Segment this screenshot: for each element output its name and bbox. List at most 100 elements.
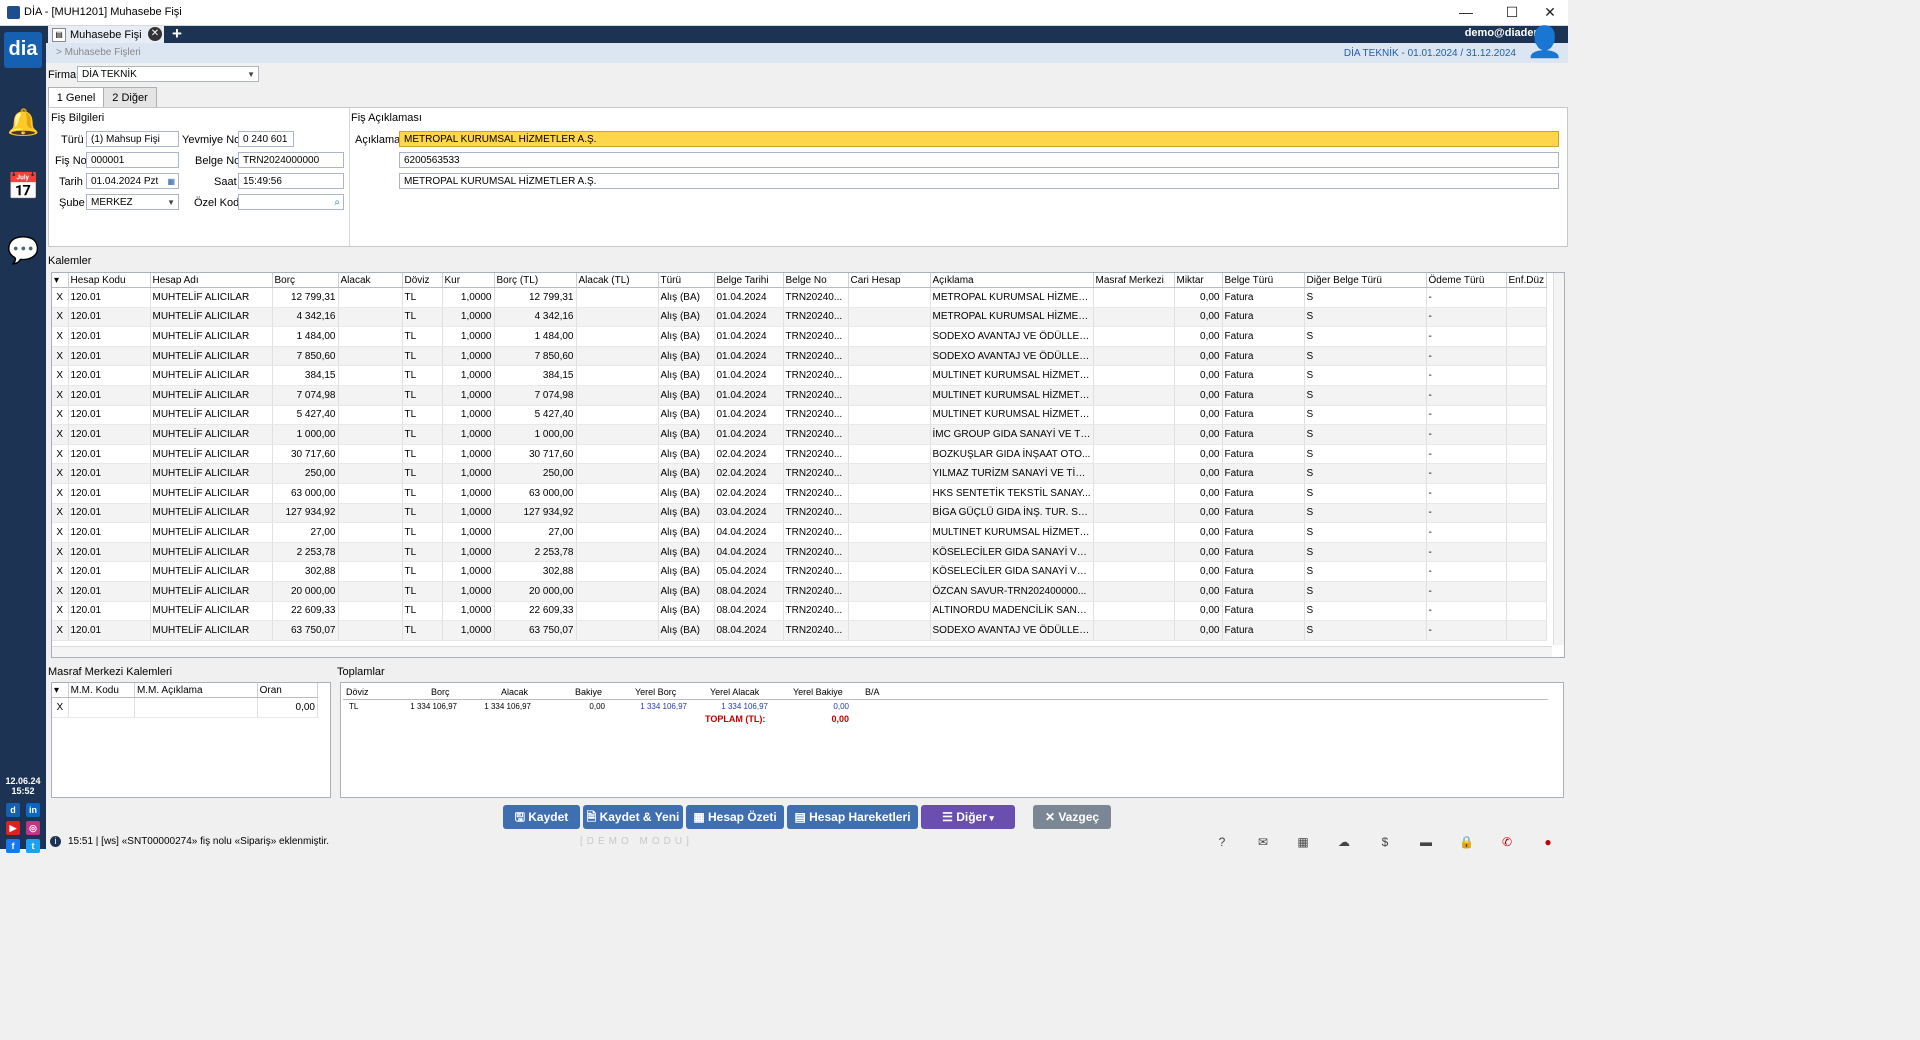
table-cell[interactable]: - (1426, 581, 1507, 602)
table-cell[interactable]: ÖZCAN SAVUR-TRN202400000... (930, 581, 1094, 602)
table-cell[interactable]: TRN20240... (783, 620, 849, 641)
table-row[interactable]: X 120.01 MUHTELİF ALICILAR 250,00 TL 1,0000 25… (52, 463, 1547, 484)
lock-icon[interactable]: 🔒 (1459, 835, 1474, 849)
saat-field[interactable]: 15:49:56 (238, 173, 344, 189)
table-cell[interactable]: 0,00 (1174, 307, 1223, 328)
table-cell[interactable]: 22 609,33 (272, 601, 339, 622)
table-cell[interactable]: 0,00 (1174, 522, 1223, 543)
table-cell[interactable] (338, 503, 403, 524)
save-and-new-button[interactable]: 🗎 Kaydet & Yeni (583, 805, 683, 829)
table-cell[interactable]: TRN20240... (783, 601, 849, 622)
table-row[interactable]: X 120.01 MUHTELİF ALICILAR 127 934,92 TL 1,00… (52, 503, 1547, 524)
minimize-button[interactable]: — (1446, 2, 1486, 22)
table-cell[interactable]: 120.01 (68, 620, 151, 641)
table-cell[interactable]: Alış (BA) (658, 444, 715, 465)
table-cell[interactable] (1506, 365, 1547, 386)
table-cell[interactable]: Fatura (1222, 542, 1305, 563)
table-cell[interactable] (848, 424, 931, 445)
table-cell[interactable]: MULTINET KURUMSAL HİZMETL... (930, 522, 1094, 543)
turu-field[interactable]: (1) Mahsup Fişi (86, 131, 179, 147)
table-cell[interactable]: - (1426, 620, 1507, 641)
table-cell[interactable]: TRN20240... (783, 483, 849, 504)
vertical-scrollbar[interactable] (1553, 273, 1564, 645)
table-cell[interactable]: Alış (BA) (658, 365, 715, 386)
table-cell[interactable]: - (1426, 483, 1507, 504)
table-cell[interactable]: MULTINET KURUMSAL HİZMETL... (930, 385, 1094, 406)
table-row[interactable]: X 0,00 (52, 697, 319, 718)
table-cell[interactable]: - (1426, 444, 1507, 465)
table-cell[interactable]: Fatura (1222, 346, 1305, 367)
column-header[interactable]: Masraf Merkezi (1093, 273, 1175, 288)
table-cell[interactable]: İMC GROUP GIDA SANAYİ VE Tİ... (930, 424, 1094, 445)
table-cell[interactable]: MUHTELİF ALICILAR (150, 522, 273, 543)
table-row[interactable]: X 120.01 MUHTELİF ALICILAR 1 484,00 TL 1,0000… (52, 326, 1547, 347)
calendar-small-icon[interactable]: ▦ (167, 174, 175, 188)
table-cell[interactable] (576, 601, 659, 622)
power-icon[interactable]: ● (1541, 835, 1555, 849)
table-cell[interactable]: 120.01 (68, 346, 151, 367)
delete-row-icon[interactable]: X (52, 444, 69, 465)
table-row[interactable]: X 120.01 MUHTELİF ALICILAR 63 750,07 TL 1,000… (52, 620, 1547, 641)
table-row[interactable]: X 120.01 MUHTELİF ALICILAR 302,88 TL 1,0000 30… (52, 561, 1547, 582)
table-cell[interactable] (338, 385, 403, 406)
table-row[interactable]: X 120.01 MUHTELİF ALICILAR 1 000,00 TL 1,0000… (52, 424, 1547, 445)
maximize-button[interactable]: ☐ (1492, 2, 1532, 22)
table-cell[interactable] (338, 581, 403, 602)
table-cell[interactable]: S (1304, 463, 1427, 484)
table-cell[interactable]: - (1426, 346, 1507, 367)
table-cell[interactable]: 120.01 (68, 483, 151, 504)
table-cell[interactable]: Alış (BA) (658, 424, 715, 445)
table-cell[interactable]: 120.01 (68, 307, 151, 328)
column-header[interactable]: Döviz (402, 273, 443, 288)
column-header[interactable]: Diğer Belge Türü (1304, 273, 1427, 288)
table-cell[interactable]: TL (402, 287, 443, 308)
table-cell[interactable] (576, 503, 659, 524)
delete-row-icon[interactable]: X (52, 307, 69, 328)
table-cell[interactable]: S (1304, 346, 1427, 367)
table-cell[interactable]: MUHTELİF ALICILAR (150, 307, 273, 328)
table-cell[interactable] (576, 287, 659, 308)
table-cell[interactable]: Fatura (1222, 444, 1305, 465)
table-cell[interactable]: Alış (BA) (658, 385, 715, 406)
table-cell[interactable]: TRN20240... (783, 463, 849, 484)
phone-icon[interactable]: ✆ (1500, 835, 1514, 849)
table-cell[interactable]: MUHTELİF ALICILAR (150, 581, 273, 602)
column-header[interactable]: Alacak (TL) (576, 273, 659, 288)
table-cell[interactable]: 63 000,00 (272, 483, 339, 504)
table-row[interactable]: X 120.01 MUHTELİF ALICILAR 7 850,60 TL 1,0000… (52, 346, 1547, 367)
table-cell[interactable]: 04.04.2024 (714, 522, 784, 543)
table-cell[interactable]: MUHTELİF ALICILAR (150, 561, 273, 582)
table-cell[interactable]: 02.04.2024 (714, 444, 784, 465)
table-cell[interactable] (848, 307, 931, 328)
table-cell[interactable]: TL (402, 424, 443, 445)
table-cell[interactable]: MUHTELİF ALICILAR (150, 620, 273, 641)
table-cell[interactable]: 63 750,07 (494, 620, 577, 641)
table-cell[interactable]: Alış (BA) (658, 287, 715, 308)
table-cell[interactable]: 1,0000 (442, 365, 495, 386)
column-header[interactable]: Belge Tarihi (714, 273, 784, 288)
table-cell[interactable]: 120.01 (68, 405, 151, 426)
table-cell[interactable]: 27,00 (272, 522, 339, 543)
mm-col-oran[interactable]: Oran (257, 683, 319, 698)
table-cell[interactable]: Alış (BA) (658, 463, 715, 484)
table-cell[interactable] (1093, 346, 1175, 367)
table-cell[interactable] (576, 561, 659, 582)
table-cell[interactable] (1506, 522, 1547, 543)
table-cell[interactable]: Alış (BA) (658, 483, 715, 504)
mm-col-kodu[interactable]: M.M. Kodu (68, 683, 135, 698)
table-cell[interactable] (576, 542, 659, 563)
table-cell[interactable]: Fatura (1222, 620, 1305, 641)
twitter-icon[interactable]: t (26, 839, 40, 853)
table-cell[interactable] (1093, 444, 1175, 465)
table-cell[interactable] (1506, 385, 1547, 406)
table-cell[interactable]: 120.01 (68, 444, 151, 465)
other-menu-button[interactable]: ☰ Diğer ▾ (921, 805, 1015, 829)
table-cell[interactable]: 08.04.2024 (714, 581, 784, 602)
table-cell[interactable]: KÖSELECİLER GIDA SANAYİ VE ... (930, 542, 1094, 563)
table-cell[interactable] (1506, 346, 1547, 367)
delete-row-icon[interactable]: X (52, 483, 69, 504)
table-row[interactable]: X 120.01 MUHTELİF ALICILAR 63 000,00 TL 1,000… (52, 483, 1547, 504)
table-cell[interactable]: MUHTELİF ALICILAR (150, 542, 273, 563)
delete-row-icon[interactable]: X (52, 326, 69, 347)
table-cell[interactable]: S (1304, 385, 1427, 406)
